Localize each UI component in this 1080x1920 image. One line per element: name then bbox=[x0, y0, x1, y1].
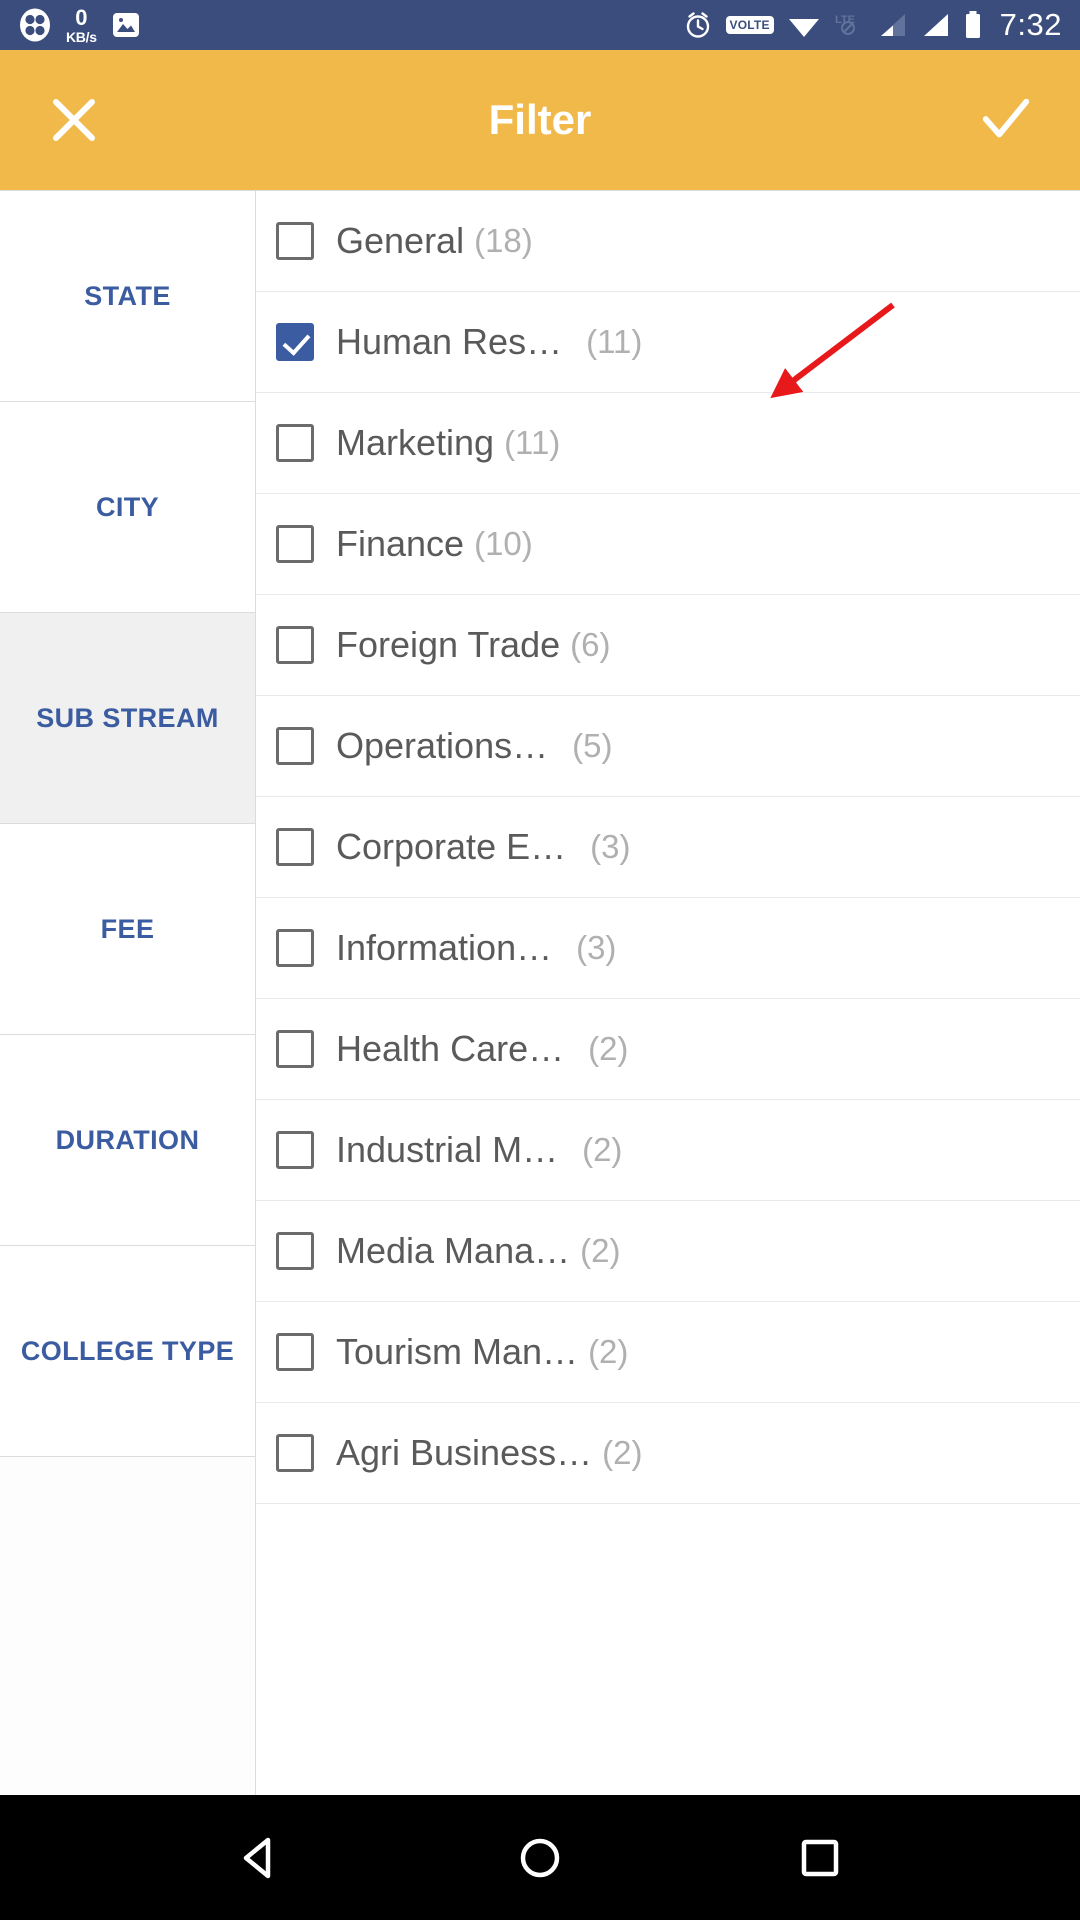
filter-option-row[interactable]: Foreign Trade (6) bbox=[256, 595, 1080, 696]
filter-option-list[interactable]: General (18) Human Res… (11) Marketing (11) Fi… bbox=[256, 190, 1080, 1795]
filter-option-label: Operations… bbox=[336, 725, 549, 766]
sidebar-item-state[interactable]: STATE bbox=[0, 191, 255, 402]
checkbox-checked[interactable] bbox=[276, 323, 314, 361]
checkbox-unchecked[interactable] bbox=[276, 424, 314, 462]
sidebar-item-label: STATE bbox=[84, 280, 171, 311]
checkbox-unchecked[interactable] bbox=[276, 1030, 314, 1068]
phone-screen: 0 KB/s VOLTE LTE 7:32 Filter STATE CITY … bbox=[0, 0, 1080, 1920]
checkbox-unchecked[interactable] bbox=[276, 1333, 314, 1371]
status-bar-right: VOLTE LTE 7:32 bbox=[683, 7, 1062, 43]
checkbox-unchecked[interactable] bbox=[276, 727, 314, 765]
filter-option-count: (11) bbox=[586, 323, 643, 360]
filter-option-row[interactable]: Agri Business… (2) bbox=[256, 1403, 1080, 1504]
filter-option-row[interactable]: Information… (3) bbox=[256, 898, 1080, 999]
filter-option-count: (3) bbox=[590, 828, 631, 865]
page-title: Filter bbox=[488, 96, 592, 143]
checkbox-unchecked[interactable] bbox=[276, 222, 314, 260]
nav-home-button[interactable] bbox=[505, 1823, 575, 1893]
filter-body: STATE CITY SUB STREAM FEE DURATION COLLE… bbox=[0, 190, 1080, 1795]
filter-option-count: (2) bbox=[588, 1333, 629, 1370]
filter-option-label: Marketing bbox=[336, 422, 495, 463]
filter-option-label: General bbox=[336, 220, 465, 261]
filter-option-count: (6) bbox=[570, 626, 611, 663]
image-icon bbox=[111, 10, 141, 40]
nav-recents-button[interactable] bbox=[785, 1823, 855, 1893]
filter-option-row[interactable]: Finance (10) bbox=[256, 494, 1080, 595]
wifi-icon bbox=[787, 11, 821, 39]
filter-option-count: (2) bbox=[588, 1030, 629, 1067]
filter-option-row[interactable]: Industrial M… (2) bbox=[256, 1100, 1080, 1201]
checkbox-unchecked[interactable] bbox=[276, 1131, 314, 1169]
filter-option-label: Corporate E… bbox=[336, 826, 567, 867]
filter-category-sidebar: STATE CITY SUB STREAM FEE DURATION COLLE… bbox=[0, 190, 256, 1795]
filter-option-row[interactable]: Marketing (11) bbox=[256, 393, 1080, 494]
filter-option-row[interactable]: Human Res… (11) bbox=[256, 292, 1080, 393]
alarm-icon bbox=[683, 10, 713, 40]
volte-icon: VOLTE bbox=[725, 16, 774, 34]
apply-button[interactable] bbox=[978, 92, 1034, 148]
filter-option-row[interactable]: Health Care… (2) bbox=[256, 999, 1080, 1100]
network-speed-value: 0 bbox=[75, 4, 88, 30]
filter-option-label: Media Mana… bbox=[336, 1230, 571, 1271]
recents-square-icon bbox=[801, 1839, 839, 1876]
checkmark-icon bbox=[982, 98, 1030, 138]
checkbox-unchecked[interactable] bbox=[276, 525, 314, 563]
lte-disabled-icon: LTE bbox=[834, 11, 864, 39]
checkbox-unchecked[interactable] bbox=[276, 929, 314, 967]
android-nav-bar bbox=[0, 1795, 1080, 1920]
filter-option-count: (2) bbox=[582, 1131, 623, 1168]
filter-option-label: Human Res… bbox=[336, 321, 563, 362]
close-icon bbox=[53, 99, 95, 141]
status-bar-left: 0 KB/s bbox=[18, 4, 141, 45]
filter-option-count: (18) bbox=[474, 222, 533, 259]
filter-option-row[interactable]: Operations… (5) bbox=[256, 696, 1080, 797]
filter-option-label: Information… bbox=[336, 927, 553, 968]
sidebar-item-fee[interactable]: FEE bbox=[0, 824, 255, 1035]
sidebar-item-college-type[interactable]: COLLEGE TYPE bbox=[0, 1246, 255, 1457]
checkbox-unchecked[interactable] bbox=[276, 1232, 314, 1270]
battery-icon bbox=[963, 10, 983, 40]
checkbox-unchecked[interactable] bbox=[276, 626, 314, 664]
filter-option-count: (11) bbox=[504, 424, 561, 461]
filter-option-count: (2) bbox=[580, 1232, 621, 1269]
filter-option-label: Agri Business… bbox=[336, 1432, 593, 1473]
clock: 7:32 bbox=[999, 7, 1062, 42]
filter-option-label: Health Care… bbox=[336, 1028, 565, 1069]
clover-icon bbox=[18, 8, 52, 42]
sidebar-item-label: SUB STREAM bbox=[36, 702, 219, 733]
sidebar-item-label: FEE bbox=[100, 913, 155, 944]
signal-icon-2 bbox=[920, 11, 950, 39]
filter-option-row[interactable]: Corporate E… (3) bbox=[256, 797, 1080, 898]
sidebar-item-label: COLLEGE TYPE bbox=[20, 1335, 235, 1366]
signal-icon-1 bbox=[877, 11, 907, 39]
nav-back-button[interactable] bbox=[225, 1823, 295, 1893]
filter-option-label: Finance bbox=[336, 523, 465, 564]
checkbox-unchecked[interactable] bbox=[276, 1434, 314, 1472]
filter-option-label: Foreign Trade bbox=[336, 624, 561, 665]
filter-option-label: Tourism Man… bbox=[336, 1331, 579, 1372]
checkbox-unchecked[interactable] bbox=[276, 828, 314, 866]
network-speed-unit: KB/s bbox=[66, 28, 97, 45]
sidebar-item-label: CITY bbox=[95, 491, 160, 522]
filter-option-count: (10) bbox=[474, 525, 533, 562]
filter-option-row[interactable]: Media Mana… (2) bbox=[256, 1201, 1080, 1302]
back-triangle-icon bbox=[243, 1837, 271, 1878]
status-bar: 0 KB/s VOLTE LTE 7:32 bbox=[0, 0, 1080, 50]
filter-option-row[interactable]: Tourism Man… (2) bbox=[256, 1302, 1080, 1403]
filter-option-count: (2) bbox=[602, 1434, 643, 1471]
sidebar-item-label: DURATION bbox=[55, 1124, 200, 1155]
sidebar-item-city[interactable]: CITY bbox=[0, 402, 255, 613]
network-speed-indicator: 0 KB/s bbox=[66, 4, 97, 45]
sidebar-item-sub-stream[interactable]: SUB STREAM bbox=[0, 613, 255, 824]
filter-option-row[interactable]: General (18) bbox=[256, 191, 1080, 292]
filter-option-label: Industrial M… bbox=[336, 1129, 559, 1170]
filter-option-count: (3) bbox=[576, 929, 617, 966]
app-bar: Filter bbox=[0, 50, 1080, 190]
close-button[interactable] bbox=[46, 92, 102, 148]
filter-option-count: (5) bbox=[572, 727, 613, 764]
sidebar-item-duration[interactable]: DURATION bbox=[0, 1035, 255, 1246]
home-circle-icon bbox=[520, 1838, 560, 1877]
